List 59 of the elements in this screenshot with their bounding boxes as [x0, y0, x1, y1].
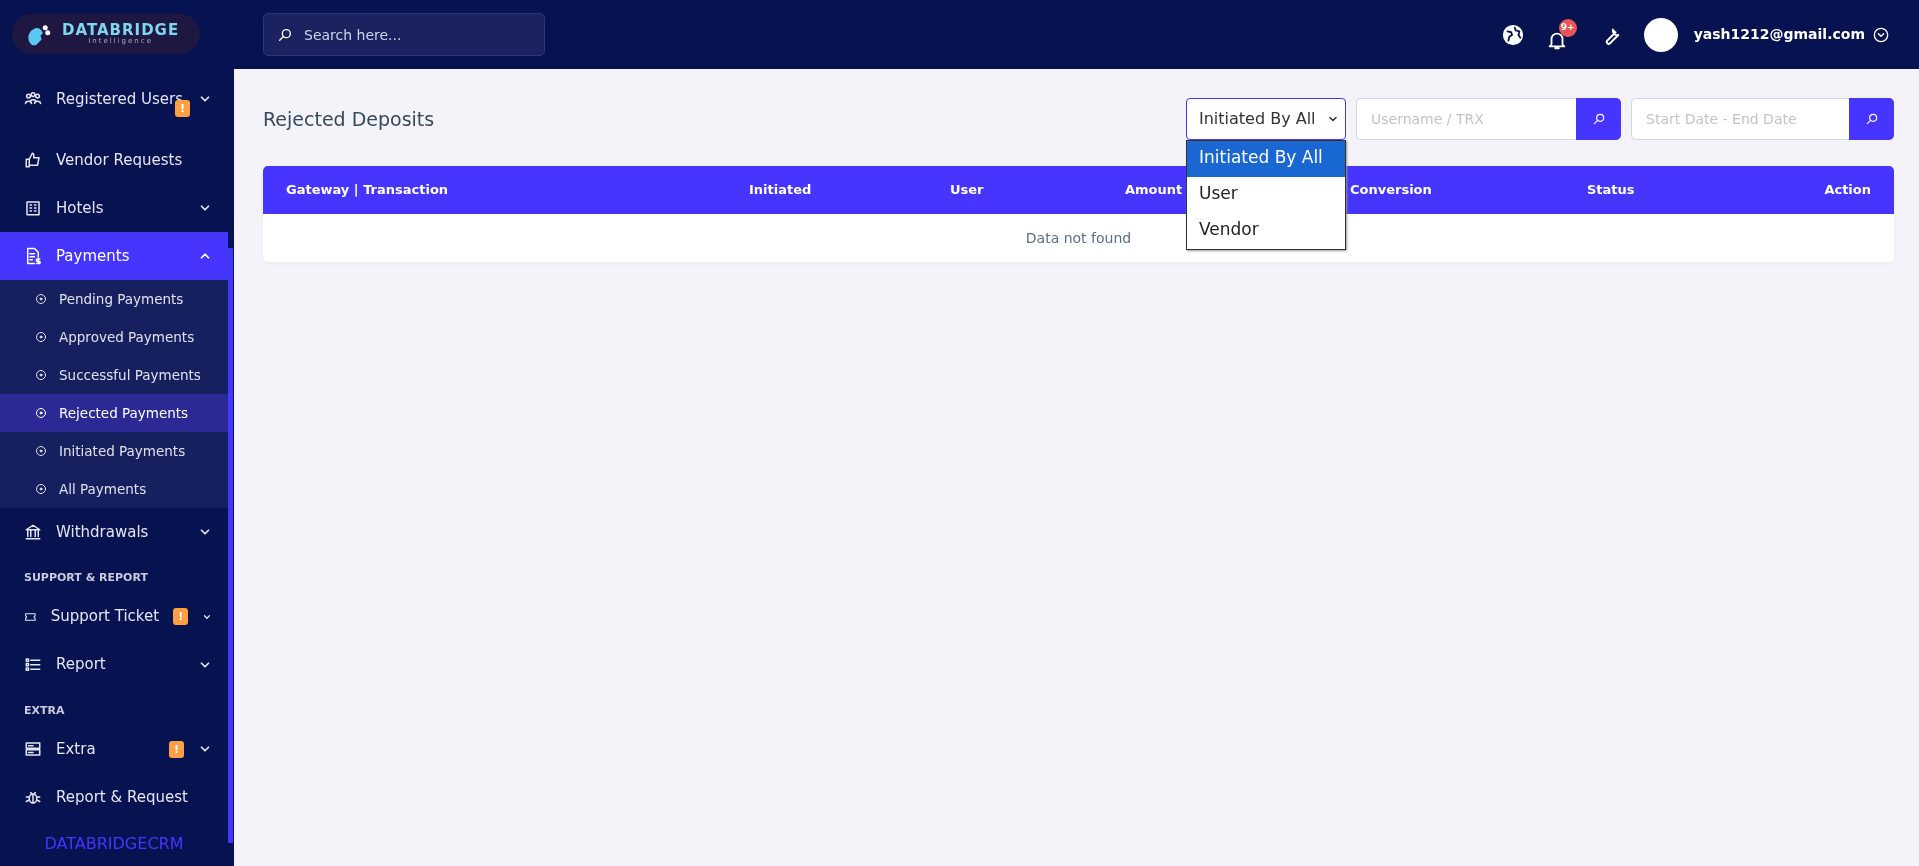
circle-dot-icon	[35, 445, 47, 457]
server-icon	[24, 740, 42, 758]
search-button[interactable]	[1849, 98, 1894, 140]
search-field[interactable]: Search here...	[263, 13, 545, 56]
circle-dot-icon	[35, 483, 47, 495]
initiated-by-select[interactable]: Initiated By All	[1186, 98, 1346, 140]
submenu-item[interactable]: Rejected Payments	[0, 394, 228, 432]
empty-message: Data not found	[1025, 228, 1132, 248]
circle-dot-icon	[35, 331, 47, 343]
sidebar-item[interactable]: Report & Request	[0, 773, 228, 821]
sidebar-item[interactable]: Withdrawals	[0, 508, 228, 556]
logo-title: DATABRIDGE	[62, 23, 180, 38]
scrollbar[interactable]	[228, 248, 233, 843]
footer-brand: DATABRIDGECRM	[43, 833, 185, 855]
submenu-item[interactable]: Successful Payments	[0, 356, 228, 394]
bank-icon	[24, 523, 42, 541]
warning-badge: !	[173, 608, 189, 625]
column-header: Action	[1824, 182, 1871, 198]
warning-badge: !	[168, 740, 184, 758]
date-range-field[interactable]: Start Date - End Date	[1631, 98, 1849, 140]
chevron-circle-icon[interactable]	[1873, 26, 1889, 43]
submenu-item[interactable]: All Payments	[0, 470, 228, 508]
dropdown-option[interactable]: User	[1187, 177, 1345, 213]
notification-count: 9+	[1558, 18, 1577, 37]
column-header: Conversion	[1350, 182, 1432, 198]
sidebar-item[interactable]: Vendor Requests	[0, 136, 228, 184]
section-heading: SUPPORT & REPORT	[23, 570, 149, 586]
search-icon	[1864, 112, 1879, 126]
dropdown-option[interactable]: Initiated By All	[1187, 141, 1345, 177]
column-header: Status	[1587, 182, 1635, 198]
circle-dot-icon	[35, 369, 47, 381]
submenu-item[interactable]: Pending Payments	[0, 280, 228, 318]
list-icon	[24, 655, 42, 674]
avatar[interactable]	[1643, 17, 1678, 52]
thumbs-up-icon	[24, 151, 42, 169]
building-icon	[24, 199, 42, 217]
column-header: Initiated	[749, 182, 812, 198]
invoice-icon	[24, 247, 42, 265]
user-email[interactable]: yash1212@gmail.com	[1693, 24, 1865, 45]
sidebar-item[interactable]: Support Ticket !	[0, 592, 228, 641]
dropdown-option[interactable]: Vendor	[1187, 213, 1345, 249]
column-header: Amount	[1125, 182, 1183, 198]
notification-bell[interactable]: 9+	[1545, 18, 1578, 51]
sidebar-item[interactable]: Hotels	[0, 184, 228, 232]
column-header: User	[950, 182, 984, 198]
column-header: Gateway | Transaction	[286, 182, 449, 198]
sidebar-item[interactable]: Report	[0, 640, 228, 689]
page-title: Rejected Deposits	[263, 106, 435, 132]
section-heading: EXTRA	[23, 702, 66, 719]
submenu-item[interactable]: Initiated Payments	[0, 432, 228, 470]
globe-icon[interactable]	[1501, 23, 1524, 46]
circle-dot-icon	[35, 293, 47, 305]
sidebar-item[interactable]: Extra !	[0, 725, 228, 773]
warning-badge: !	[175, 100, 191, 117]
search-icon	[1591, 112, 1606, 126]
circle-dot-icon	[35, 407, 47, 419]
sidebar-item[interactable]: Payments	[0, 232, 228, 280]
search-button[interactable]	[1576, 98, 1621, 140]
submenu-item[interactable]: Approved Payments	[0, 318, 228, 356]
